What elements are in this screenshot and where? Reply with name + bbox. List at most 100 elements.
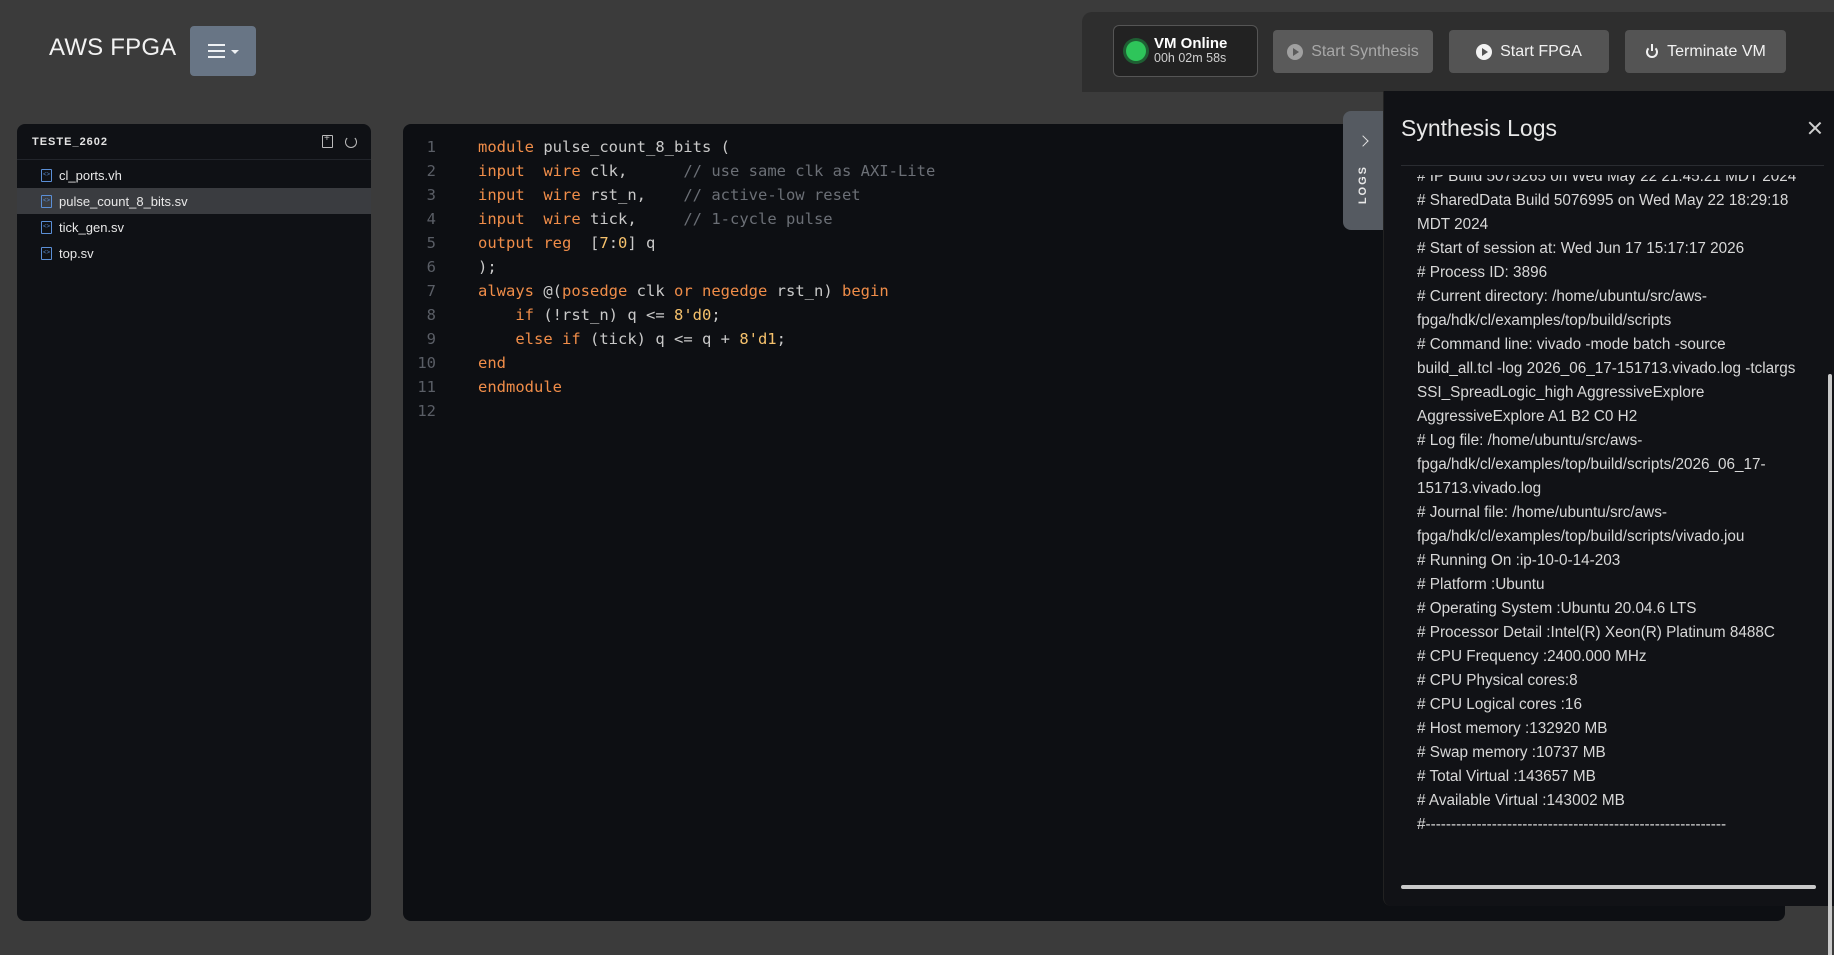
terminate-vm-label: Terminate VM bbox=[1667, 42, 1766, 60]
code-text: output reg [7:0] q bbox=[436, 231, 655, 255]
code-token: posedge bbox=[562, 282, 628, 300]
code-text: input wire tick, // 1-cycle pulse bbox=[436, 207, 833, 231]
file-code-icon: <> bbox=[41, 168, 52, 182]
file-item[interactable]: <> pulse_count_8_bits.sv bbox=[17, 188, 371, 214]
code-token: input bbox=[478, 210, 525, 228]
file-item[interactable]: <> tick_gen.sv bbox=[17, 214, 371, 240]
log-line: # IP Build 5075265 on Wed May 22 21:45:2… bbox=[1417, 175, 1797, 185]
log-line: # Journal file: /home/ubuntu/src/aws-fpg… bbox=[1417, 504, 1745, 545]
code-text: input wire clk, // use same clk as AXI-L… bbox=[436, 159, 935, 183]
file-code-icon: <> bbox=[41, 194, 52, 208]
code-token: tick, bbox=[580, 210, 684, 228]
chevron-down-icon bbox=[230, 50, 239, 54]
divider bbox=[1401, 165, 1824, 166]
power-icon bbox=[1645, 43, 1659, 59]
line-number: 5 bbox=[426, 234, 436, 252]
code-token: // 1-cycle pulse bbox=[683, 210, 833, 228]
code-token: ; bbox=[776, 330, 786, 348]
line-number: 1 bbox=[426, 138, 436, 156]
line-number: 4 bbox=[426, 210, 436, 228]
log-line: # Running On :ip-10-0-14-203 bbox=[1417, 552, 1621, 569]
refresh-icon[interactable] bbox=[345, 135, 357, 148]
code-token: [ bbox=[571, 234, 600, 252]
start-synthesis-label: Start Synthesis bbox=[1311, 42, 1419, 60]
code-token: wire bbox=[543, 162, 581, 180]
main-menu-button[interactable] bbox=[190, 26, 256, 76]
logs-title: Synthesis Logs bbox=[1401, 114, 1557, 141]
code-token: endmodule bbox=[478, 378, 562, 396]
logs-vertical-scrollbar[interactable] bbox=[1828, 374, 1832, 955]
logs-scroll-area[interactable]: # IP Build 5075265 on Wed May 22 21:45:2… bbox=[1401, 175, 1817, 881]
code-token: pulse_count_8_bits ( bbox=[534, 138, 730, 156]
code-token: negedge bbox=[702, 282, 768, 300]
file-item[interactable]: <> top.sv bbox=[17, 240, 371, 266]
code-token: rst_n, bbox=[580, 186, 684, 204]
code-token: else bbox=[515, 330, 553, 348]
code-token: reg bbox=[543, 234, 572, 252]
line-number: 6 bbox=[426, 258, 436, 276]
log-line: # Process ID: 3896 bbox=[1417, 264, 1548, 281]
code-token: 0 bbox=[618, 234, 628, 252]
code-text: always @(posedge clk or negedge rst_n) b… bbox=[436, 279, 889, 303]
logs-header: Synthesis Logs bbox=[1384, 91, 1834, 165]
start-fpga-button[interactable]: Start FPGA bbox=[1449, 30, 1609, 73]
code-token: 8'd1 bbox=[739, 330, 777, 348]
log-line: # Host memory :132920 MB bbox=[1417, 720, 1608, 737]
file-explorer-header: TESTE_2602 bbox=[17, 124, 371, 160]
code-text: end bbox=[436, 351, 506, 375]
file-explorer: TESTE_2602 <> cl_ports.vh <> pulse_count_8_… bbox=[17, 124, 371, 921]
log-line: # Available Virtual :143002 MB bbox=[1417, 792, 1625, 809]
file-code-icon: <> bbox=[41, 246, 52, 260]
code-token: (tick) q <= q + bbox=[580, 330, 740, 348]
file-item[interactable]: <> cl_ports.vh bbox=[17, 162, 371, 188]
code-token: or bbox=[674, 282, 693, 300]
code-token: end bbox=[478, 354, 506, 372]
code-token: ] q bbox=[627, 234, 656, 252]
logs-content: # IP Build 5075265 on Wed May 22 21:45:2… bbox=[1417, 175, 1805, 837]
log-line: # Log file: /home/ubuntu/src/aws-fpga/hd… bbox=[1417, 432, 1766, 497]
logs-toggle-tab[interactable]: LOGS bbox=[1343, 111, 1383, 230]
code-token: wire bbox=[543, 186, 581, 204]
log-line: # CPU Logical cores :16 bbox=[1417, 696, 1582, 713]
vm-status-label: VM Online bbox=[1154, 34, 1228, 52]
app-root: AWS FPGA VM Online 00h 02m 58s Start Syn… bbox=[0, 0, 1834, 955]
log-line: # Platform :Ubuntu bbox=[1417, 576, 1545, 593]
code-token: // active-low reset bbox=[683, 186, 861, 204]
line-number: 8 bbox=[426, 306, 436, 324]
log-line: # Command line: vivado -mode batch -sour… bbox=[1417, 336, 1796, 425]
start-fpga-label: Start FPGA bbox=[1500, 42, 1582, 60]
code-token: output bbox=[478, 234, 534, 252]
new-file-icon[interactable] bbox=[322, 133, 333, 148]
line-number: 7 bbox=[426, 282, 436, 300]
file-name: tick_gen.sv bbox=[59, 219, 125, 235]
log-line: # Total Virtual :143657 MB bbox=[1417, 768, 1596, 785]
terminate-vm-button[interactable]: Terminate VM bbox=[1625, 30, 1786, 73]
log-line: # SharedData Build 5076995 on Wed May 22… bbox=[1417, 192, 1789, 233]
log-line: # Processor Detail :Intel(R) Xeon(R) Pla… bbox=[1417, 624, 1775, 641]
code-token: (!rst_n) q <= bbox=[534, 306, 674, 324]
file-name: cl_ports.vh bbox=[59, 167, 122, 183]
log-line: # Operating System :Ubuntu 20.04.6 LTS bbox=[1417, 600, 1697, 617]
close-icon[interactable] bbox=[1808, 121, 1822, 135]
file-list: <> cl_ports.vh <> pulse_count_8_bits.sv <> ti… bbox=[17, 162, 371, 266]
code-token: begin bbox=[842, 282, 889, 300]
logs-horizontal-scrollbar[interactable] bbox=[1401, 885, 1816, 889]
line-number: 2 bbox=[426, 162, 436, 180]
synthesis-logs-panel: Synthesis Logs # IP Build 5075265 on Wed… bbox=[1383, 91, 1834, 955]
line-number: 10 bbox=[417, 354, 436, 372]
code-text: else if (tick) q <= q + 8'd1; bbox=[436, 327, 786, 351]
start-synthesis-button[interactable]: Start Synthesis bbox=[1273, 30, 1433, 73]
hamburger-icon bbox=[207, 44, 225, 58]
code-text: module pulse_count_8_bits ( bbox=[436, 135, 730, 159]
code-token: ; bbox=[711, 306, 721, 324]
project-name: TESTE_2602 bbox=[32, 135, 109, 148]
code-text: ); bbox=[436, 255, 497, 279]
